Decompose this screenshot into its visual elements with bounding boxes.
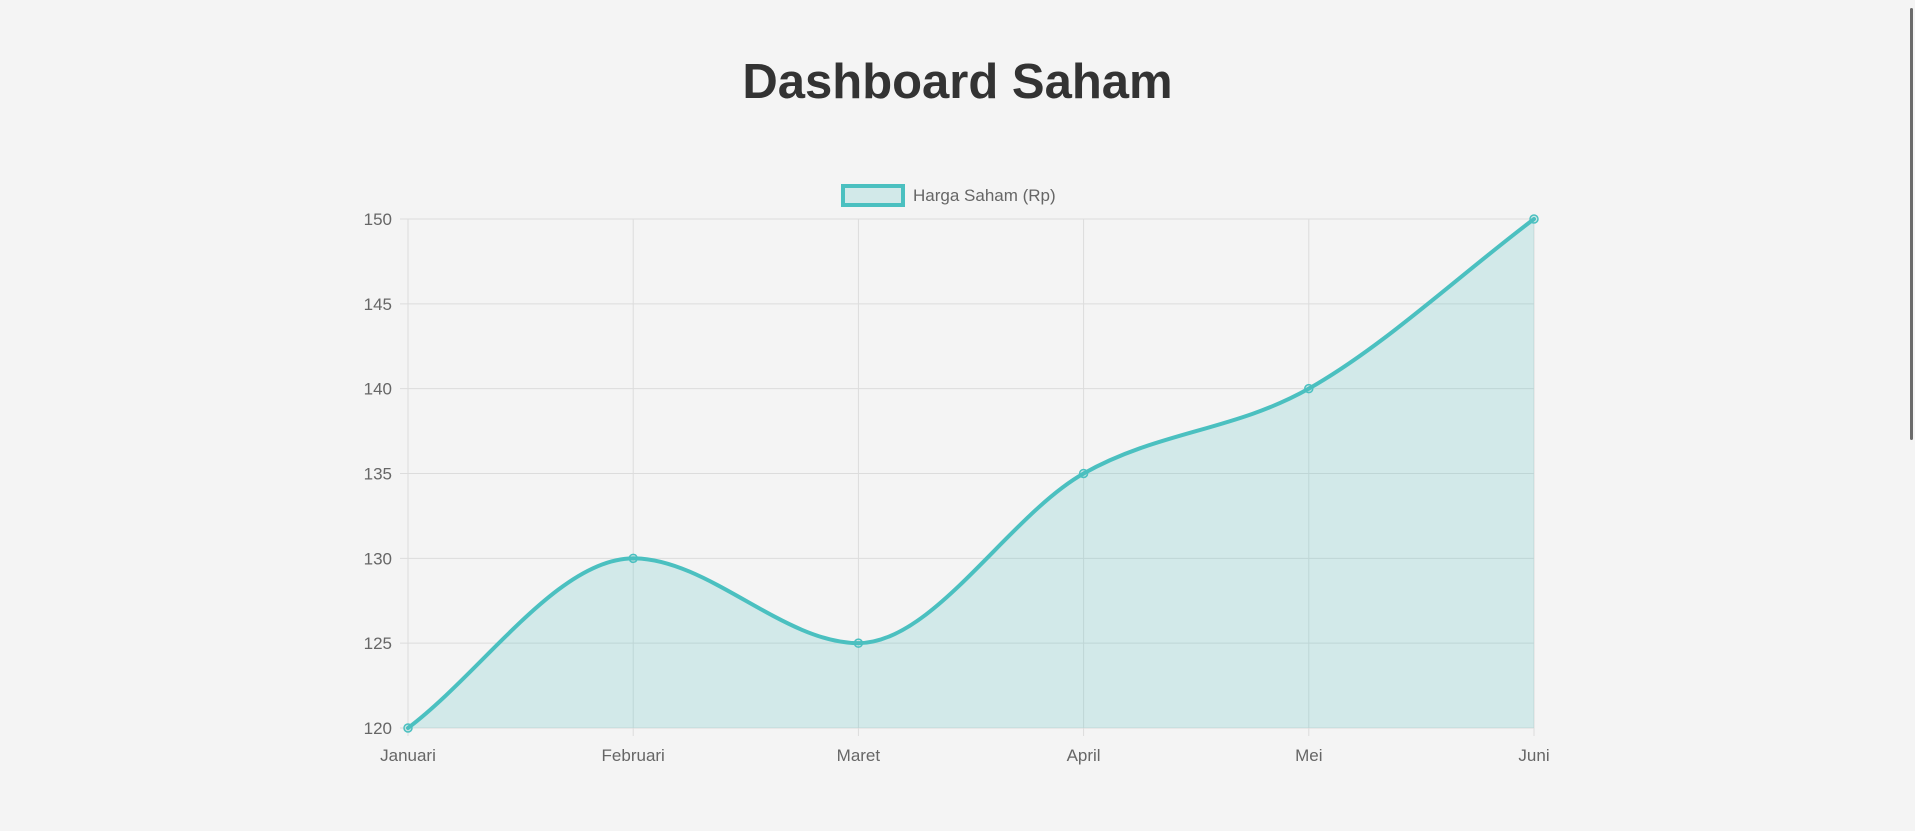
x-tick-label: Juni [1518, 746, 1549, 765]
page-scrollbar[interactable] [1903, 0, 1915, 831]
y-tick-label: 120 [364, 719, 392, 738]
x-tick-label: April [1067, 746, 1101, 765]
stock-price-chart: 120 125 130 135 140 145 150 Januari Februari Mar… [364, 184, 1550, 765]
x-axis: Januari Februari Maret April Mei Juni [380, 746, 1549, 765]
x-tick-label: Februari [602, 746, 665, 765]
data-point-mei[interactable] [1304, 383, 1314, 394]
y-tick-label: 135 [364, 465, 392, 484]
y-tick-label: 145 [364, 295, 392, 314]
x-tick-label: Maret [837, 746, 881, 765]
x-tick-label: Januari [380, 746, 436, 765]
y-axis: 120 125 130 135 140 145 150 [364, 210, 392, 738]
x-tick-label: Mei [1295, 746, 1322, 765]
dashboard-page: Dashboard Saham 120 125 130 135 140 145 150 Ja… [0, 0, 1915, 831]
y-tick-label: 125 [364, 634, 392, 653]
y-tick-label: 140 [364, 380, 392, 399]
chart-legend[interactable]: Harga Saham (Rp) [841, 184, 1056, 207]
data-point-februari[interactable] [628, 553, 638, 564]
y-tick-label: 130 [364, 549, 392, 568]
scrollbar-thumb[interactable] [1910, 8, 1913, 440]
legend-label[interactable]: Harga Saham (Rp) [913, 186, 1056, 205]
data-point-maret[interactable] [853, 638, 864, 648]
data-point-april[interactable] [1078, 468, 1089, 479]
data-point-juni[interactable] [1529, 214, 1539, 224]
legend-swatch[interactable] [841, 184, 905, 207]
y-tick-label: 150 [364, 210, 392, 229]
data-point-januari[interactable] [403, 723, 413, 733]
